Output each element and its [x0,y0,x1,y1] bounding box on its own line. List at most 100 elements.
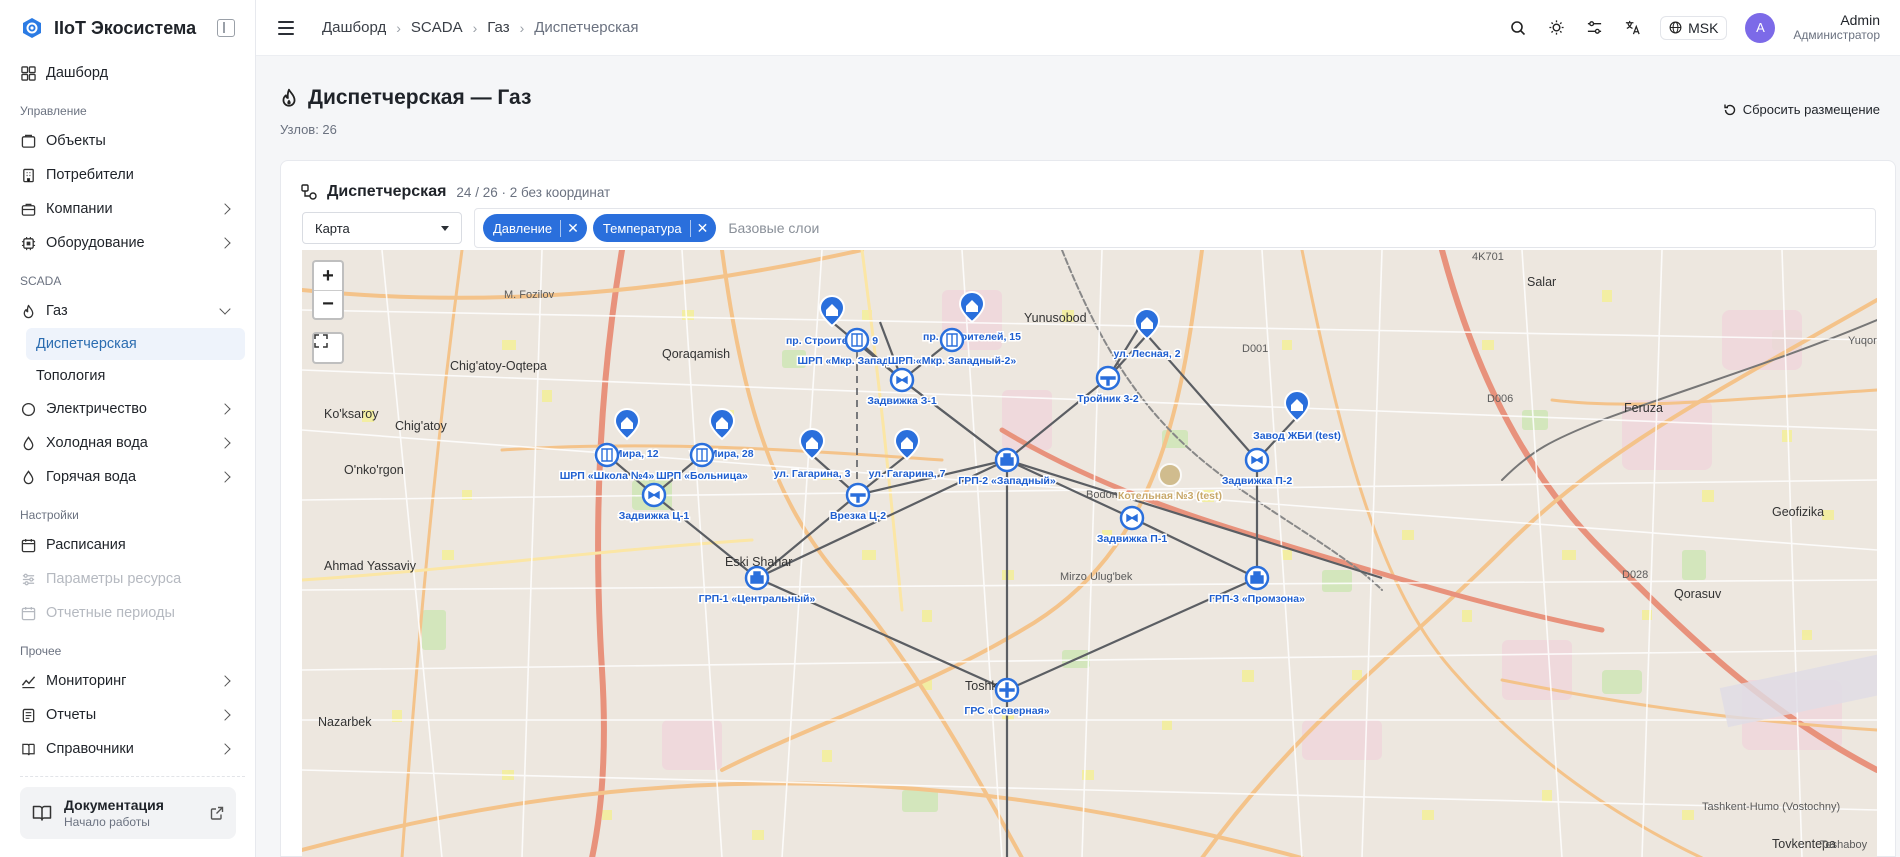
search-icon[interactable] [1508,18,1528,38]
sidebar-nav-scada-rest: Электричество Холодная вода Горячая вода [0,392,255,494]
objects-icon [20,133,36,149]
sidebar-item-references[interactable]: Справочники [10,732,245,766]
timezone-label: MSK [1688,19,1719,36]
sidebar-item-cold-water[interactable]: Холодная вода [10,426,245,460]
settings-sliders-icon[interactable] [1584,18,1604,38]
chevron-right-icon [219,675,231,687]
breadcrumb-scada[interactable]: SCADA [411,19,463,36]
place-label: Qoraqamish [662,347,730,361]
avatar[interactable]: A [1745,12,1776,43]
fullscreen-icon [314,334,328,348]
file-icon [20,707,36,723]
sidebar-collapse-icon[interactable] [217,19,235,37]
breadcrumb-current: Диспетчерская [534,19,639,36]
place-label: D001 [1242,343,1268,355]
sidebar-nav-manage: Объекты Потребители Компании Оборудовани… [0,124,255,260]
topology-icon [301,184,317,200]
place-label: 4K701 [1472,251,1504,263]
sidebar-item-label: Холодная вода [46,435,148,451]
sun-icon[interactable] [1546,18,1566,38]
breadcrumb: Дашборд › SCADA › Газ › Диспетчерская [322,19,1508,36]
sidebar-item-equipment[interactable]: Оборудование [10,226,245,260]
place-label: Salar [1527,275,1556,289]
map-canvas[interactable]: Salar Yunusobod Qoraqamish Chig'atoy-Oqt… [302,250,1877,857]
map-node-label: ул. Лесная, 2 [1113,348,1180,360]
map-view[interactable]: Salar Yunusobod Qoraqamish Chig'atoy-Oqt… [302,250,1877,857]
user-role: Администратор [1793,27,1880,42]
map-node-label: Задвижка Ц-1 [619,510,690,522]
breadcrumb-gas[interactable]: Газ [487,19,509,36]
layer-tag-temperature[interactable]: Температура ✕ [592,214,717,242]
map-node-label: ул. Гагарина, 7 [869,468,946,480]
sidebar-item-label: Отчеты [46,707,97,723]
map-node-label: Завод ЖБИ (test) [1253,430,1341,442]
close-icon[interactable]: ✕ [689,219,708,237]
close-icon[interactable]: ✕ [560,219,579,237]
topbar: Дашборд › SCADA › Газ › Диспетчерская MS… [256,0,1900,56]
fullscreen-button[interactable] [312,332,344,364]
dispatcher-card: Диспетчерская 24 / 26 · 2 без координат … [280,160,1896,857]
reset-layout-label: Сбросить размещение [1742,102,1880,117]
sidebar-item-label: Потребители [46,167,134,183]
sidebar-item-consumers[interactable]: Потребители [10,158,245,192]
chevron-down-icon [219,303,231,315]
view-mode-select[interactable]: Карта [302,212,462,244]
sidebar-item-electricity[interactable]: Электричество [10,392,245,426]
section-title-scada: SCADA [20,274,62,288]
place-label: Chig'atoy [395,419,447,433]
sidebar-item-objects[interactable]: Объекты [10,124,245,158]
open-book-icon [32,805,52,821]
card-header: Диспетчерская 24 / 26 · 2 без координат [301,183,610,201]
sidebar-nav: Дашборд [0,56,255,90]
layer-tag-label: Давление [493,220,553,236]
sidebar-item-gas[interactable]: Газ [10,294,245,328]
sidebar-item-schedules[interactable]: Расписания [10,528,245,562]
reset-layout-button[interactable]: Сбросить размещение [1723,102,1880,117]
breadcrumb-dashboard[interactable]: Дашборд [322,19,386,36]
place-label: Geofizika [1772,505,1824,519]
sidebar-item-hot-water[interactable]: Горячая вода [10,460,245,494]
sidebar-item-reports[interactable]: Отчеты [10,698,245,732]
topbar-actions: MSK A Admin Администратор [1508,12,1880,43]
user-info[interactable]: Admin Администратор [1793,12,1880,42]
map-node-label: ГРП-3 «Промзона» [1209,593,1305,605]
app-title: IIoT Экосистема [54,17,197,38]
chevron-right-icon [219,237,231,249]
place-label: Yunusobod [1024,311,1087,325]
place-label: Nazarbek [318,715,372,729]
layers-placeholder: Базовые слои [728,220,820,236]
timezone-selector[interactable]: MSK [1660,15,1728,40]
place-label: Chig'atoy-Oqtepa [450,359,547,373]
layer-tag-pressure[interactable]: Давление ✕ [483,214,587,242]
map-node-label: ул. Гагарина, 3 [774,468,851,480]
sidebar-item-monitoring[interactable]: Мониторинг [10,664,245,698]
zoom-in-button[interactable]: + [314,262,342,290]
sidebar-item-companies[interactable]: Компании [10,192,245,226]
chevron-right-icon: › [396,19,401,36]
sidebar-subitem-dispatcher[interactable]: Диспетчерская [26,328,245,360]
place-label: M. Fozilov [504,289,555,301]
translate-icon[interactable] [1622,18,1642,38]
map-node-label: Задвижка З-1 [867,395,937,407]
place-label: Mirzo Ulug'bek [1060,571,1133,583]
menu-icon[interactable] [278,20,294,35]
documentation-subtitle: Начало работы [64,815,150,829]
place-label: O'nko'rgon [344,463,404,477]
map-node-label: Тройник 3-2 [1077,393,1139,405]
sidebar-item-report-periods: Отчетные периоды [10,596,245,630]
layers-multiselect[interactable]: Давление ✕ Температура ✕ Базовые слои [474,208,1876,248]
sidebar-item-label: Оборудование [46,235,145,251]
building-icon [20,167,36,183]
zoom-out-button[interactable]: − [314,290,342,318]
chevron-right-icon [219,203,231,215]
map-node-label: Котельная №3 (test) [1118,490,1222,502]
sidebar-subitem-topology[interactable]: Топология [26,360,245,392]
sidebar-item-dashboard[interactable]: Дашборд [10,56,245,90]
documentation-card[interactable]: Документация Начало работы [20,787,236,839]
sidebar-nav-settings: Расписания Параметры ресурса Отчетные пе… [0,528,255,630]
map-node-label: ШРП «Школа №4» [560,470,655,482]
chevron-right-icon [219,743,231,755]
sidebar-item-label: Мониторинг [46,673,127,689]
map-node-label: пр. Строителей, 15 [923,331,1021,343]
place-label: D006 [1487,393,1513,405]
